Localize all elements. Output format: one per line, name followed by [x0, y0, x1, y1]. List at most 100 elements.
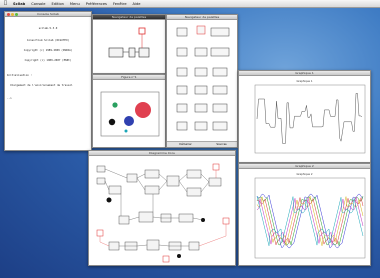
palette-block[interactable]: [194, 85, 208, 95]
diagram-canvas[interactable]: [89, 156, 236, 266]
event-block[interactable]: [96, 229, 104, 237]
diagram-block[interactable]: [178, 213, 194, 223]
function-block[interactable]: [108, 47, 124, 58]
diagram-block[interactable]: [186, 169, 202, 179]
link: [178, 180, 188, 193]
palette-footer-button[interactable]: Démarrer: [179, 143, 191, 146]
diagram-block[interactable]: [108, 241, 120, 251]
diagram-block[interactable]: [166, 175, 180, 187]
event-link: [198, 224, 227, 247]
diagram-block[interactable]: [108, 185, 122, 195]
link: [178, 173, 188, 182]
blue-ball: [124, 116, 134, 126]
palette-list-titlebar[interactable]: Navigateur de palettes: [93, 15, 165, 20]
desktop: { "menubar": { "app_name": "Scilab", "it…: [0, 0, 380, 278]
palette-block[interactable]: [176, 47, 188, 57]
scope-bottom-plot[interactable]: [239, 176, 371, 266]
palette-block-clock[interactable]: [196, 25, 206, 35]
palette-block[interactable]: [210, 47, 230, 57]
scope-block[interactable]: [138, 47, 150, 58]
palette-block[interactable]: [212, 67, 228, 77]
console-banner-line: Consortium Scilab (DIGITEO): [26, 39, 70, 43]
palette-block[interactable]: [194, 103, 208, 113]
console-window: Console Scilab scilab-5.3.0 Consortium S…: [4, 11, 92, 151]
palette-browser-titlebar[interactable]: Navigateur de palettes: [167, 15, 237, 20]
xcos-mini-diagram[interactable]: [93, 20, 166, 74]
palette-block[interactable]: [176, 67, 188, 77]
console-banner-line: Copyright (c) 1989-2007 (ENPC): [24, 59, 72, 63]
plot-frame: [254, 177, 366, 259]
diagram-block[interactable]: [118, 215, 130, 225]
palette-block[interactable]: [176, 27, 188, 37]
palette-block[interactable]: [176, 85, 188, 95]
xcos-diagram-window: Diagramme Xcos: [88, 150, 236, 266]
diagram-block[interactable]: [188, 241, 200, 251]
diagram-titlebar[interactable]: Diagramme Xcos: [89, 151, 235, 156]
palette-grid[interactable]: [167, 20, 238, 142]
menu-bar:  Scilab Console Edition Menu Préférence…: [0, 0, 380, 8]
diagram-block[interactable]: [144, 185, 160, 195]
scope-top-titlebar[interactable]: Graphique 1: [239, 71, 370, 76]
figure-canvas[interactable]: [93, 80, 166, 148]
event-block[interactable]: [212, 163, 220, 171]
zoom-icon[interactable]: [15, 13, 18, 16]
palette-block[interactable]: [194, 121, 208, 131]
close-icon[interactable]: [7, 13, 10, 16]
menu-preferences[interactable]: Préférences: [86, 2, 107, 6]
menu-console[interactable]: Console: [31, 2, 45, 6]
console-prompt[interactable]: -->: [7, 97, 89, 100]
palette-block[interactable]: [210, 27, 230, 37]
minimize-icon[interactable]: [11, 13, 14, 16]
palette-footer: Démarrer Sources: [167, 141, 237, 147]
palette-browser-window: Navigateur de palettes Démarrer Sources: [166, 14, 238, 148]
scope-window-top: Graphique 1 Graphique 1: [238, 70, 371, 163]
palette-list-title: Navigateur de palettes: [111, 15, 147, 19]
diagram-block[interactable]: [96, 177, 106, 185]
palette-block[interactable]: [194, 67, 208, 77]
red-event-block[interactable]: [138, 27, 146, 35]
menu-menu[interactable]: Menu: [70, 2, 80, 6]
console-banner-line: Copyright (c) 1989-2009 (INRIA): [23, 49, 73, 53]
console-titlebar[interactable]: Console Scilab: [5, 12, 91, 17]
link: [158, 173, 168, 191]
diagram-block[interactable]: [126, 173, 138, 183]
palette-block[interactable]: [194, 47, 208, 57]
console-banner-line: scilab-5.3.0: [38, 26, 58, 30]
event-block[interactable]: [222, 217, 230, 225]
diagram-block[interactable]: [208, 177, 222, 187]
mux-block[interactable]: [128, 47, 136, 58]
palette-block[interactable]: [212, 85, 228, 95]
scope-window-bottom: Graphique 2 Graphique 2: [238, 163, 371, 266]
palette-browser-title: Navigateur de palettes: [184, 15, 220, 19]
diagram-block[interactable]: [146, 239, 160, 251]
figure-titlebar[interactable]: Figure n°1: [93, 75, 165, 80]
link: [136, 177, 146, 191]
palette-block[interactable]: [176, 121, 188, 131]
diagram-block[interactable]: [96, 165, 106, 173]
palette-block[interactable]: [212, 121, 228, 131]
event-block[interactable]: [162, 255, 170, 263]
green-ball: [112, 102, 118, 108]
diagram-block[interactable]: [138, 211, 154, 223]
menu-window[interactable]: Fenêtre: [113, 2, 127, 6]
scope-top-plot[interactable]: [239, 83, 371, 163]
scope-bottom-titlebar[interactable]: Graphique 2: [239, 164, 370, 169]
scope-bottom-title: Graphique 2: [295, 164, 314, 168]
palette-block[interactable]: [176, 103, 188, 113]
console-startup-line: Chargement de l'environnement de travail: [7, 84, 73, 88]
console-output[interactable]: scilab-5.3.0 Consortium Scilab (DIGITEO)…: [5, 17, 91, 110]
scope-icon: [177, 254, 181, 258]
figure-window: Figure n°1: [92, 74, 166, 148]
event-link: [99, 236, 110, 247]
diagram-block[interactable]: [144, 169, 160, 179]
menu-edition[interactable]: Edition: [51, 2, 63, 6]
black-ball: [108, 118, 116, 126]
apple-icon[interactable]: : [4, 1, 7, 6]
palette-footer-button[interactable]: Sources: [216, 143, 226, 146]
plot-frame: [100, 91, 160, 137]
link: [104, 168, 128, 179]
diagram-block[interactable]: [186, 187, 202, 197]
menu-help[interactable]: Aide: [133, 2, 141, 6]
palette-block[interactable]: [212, 103, 228, 113]
menu-app-name[interactable]: Scilab: [13, 2, 25, 6]
